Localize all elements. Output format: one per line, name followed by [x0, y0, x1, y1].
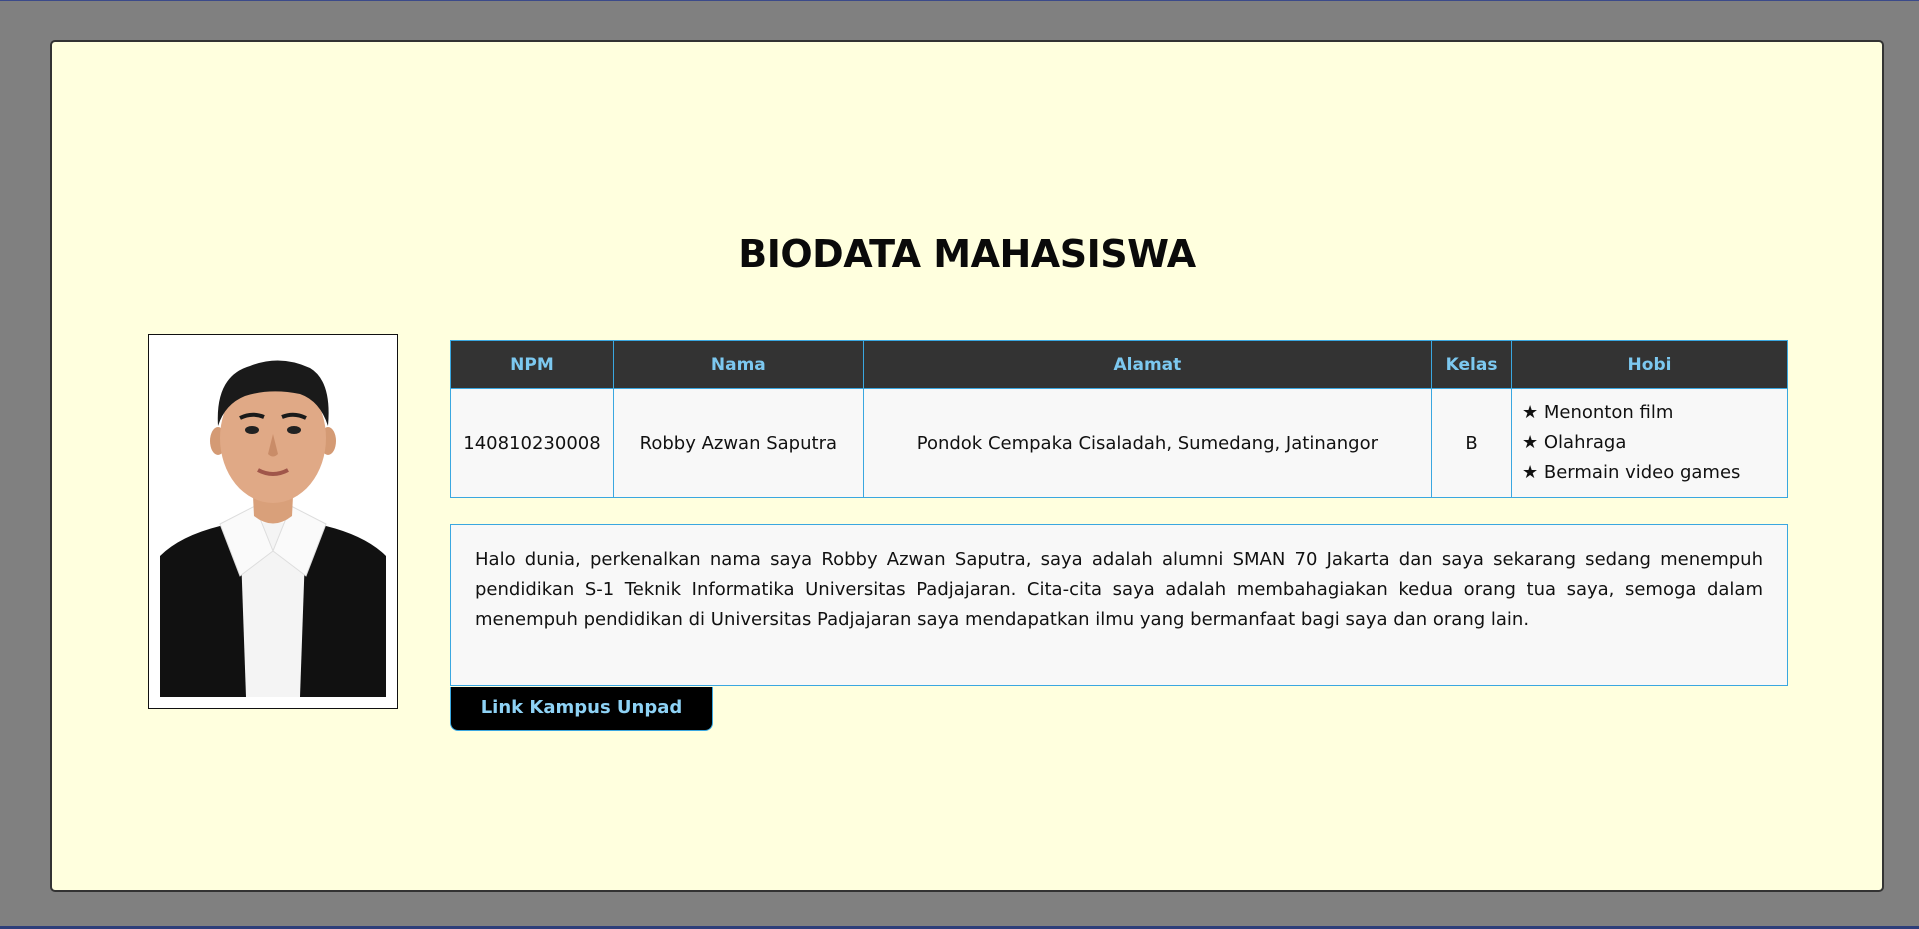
header-kelas: Kelas [1431, 340, 1513, 389]
biodata-card: BIODATA MAHASISWA NPM Nama Alamat Kelas … [50, 40, 1884, 892]
cell-kelas: B [1431, 388, 1513, 498]
description-box: Halo dunia, perkenalkan nama saya Robby … [450, 524, 1788, 686]
cell-hobi: ★ Menonton film ★ Olahraga ★ Bermain vid… [1511, 388, 1788, 498]
student-photo [148, 334, 398, 709]
table-header-row: NPM Nama Alamat Kelas Hobi [450, 340, 1788, 389]
cell-nama: Robby Azwan Saputra [612, 388, 864, 498]
page-title: BIODATA MAHASISWA [738, 232, 1196, 276]
hobby-item: ★ Bermain video games [1522, 462, 1741, 483]
top-border-line [0, 0, 1919, 1]
header-alamat: Alamat [862, 340, 1433, 389]
header-nama: Nama [612, 340, 864, 389]
biodata-table-container: NPM Nama Alamat Kelas Hobi 140810230008 … [450, 340, 1788, 498]
cell-alamat: Pondok Cempaka Cisaladah, Sumedang, Jati… [862, 388, 1433, 498]
header-npm: NPM [450, 340, 614, 389]
biodata-table: NPM Nama Alamat Kelas Hobi 140810230008 … [450, 340, 1788, 498]
header-hobi: Hobi [1511, 340, 1788, 389]
portrait-image [160, 346, 386, 697]
link-kampus-unpad-button[interactable]: Link Kampus Unpad [450, 687, 713, 731]
cell-npm: 140810230008 [450, 388, 614, 498]
hobby-item: ★ Menonton film [1522, 402, 1674, 423]
table-row: 140810230008 Robby Azwan Saputra Pondok … [450, 388, 1788, 498]
hobby-item: ★ Olahraga [1522, 432, 1627, 453]
